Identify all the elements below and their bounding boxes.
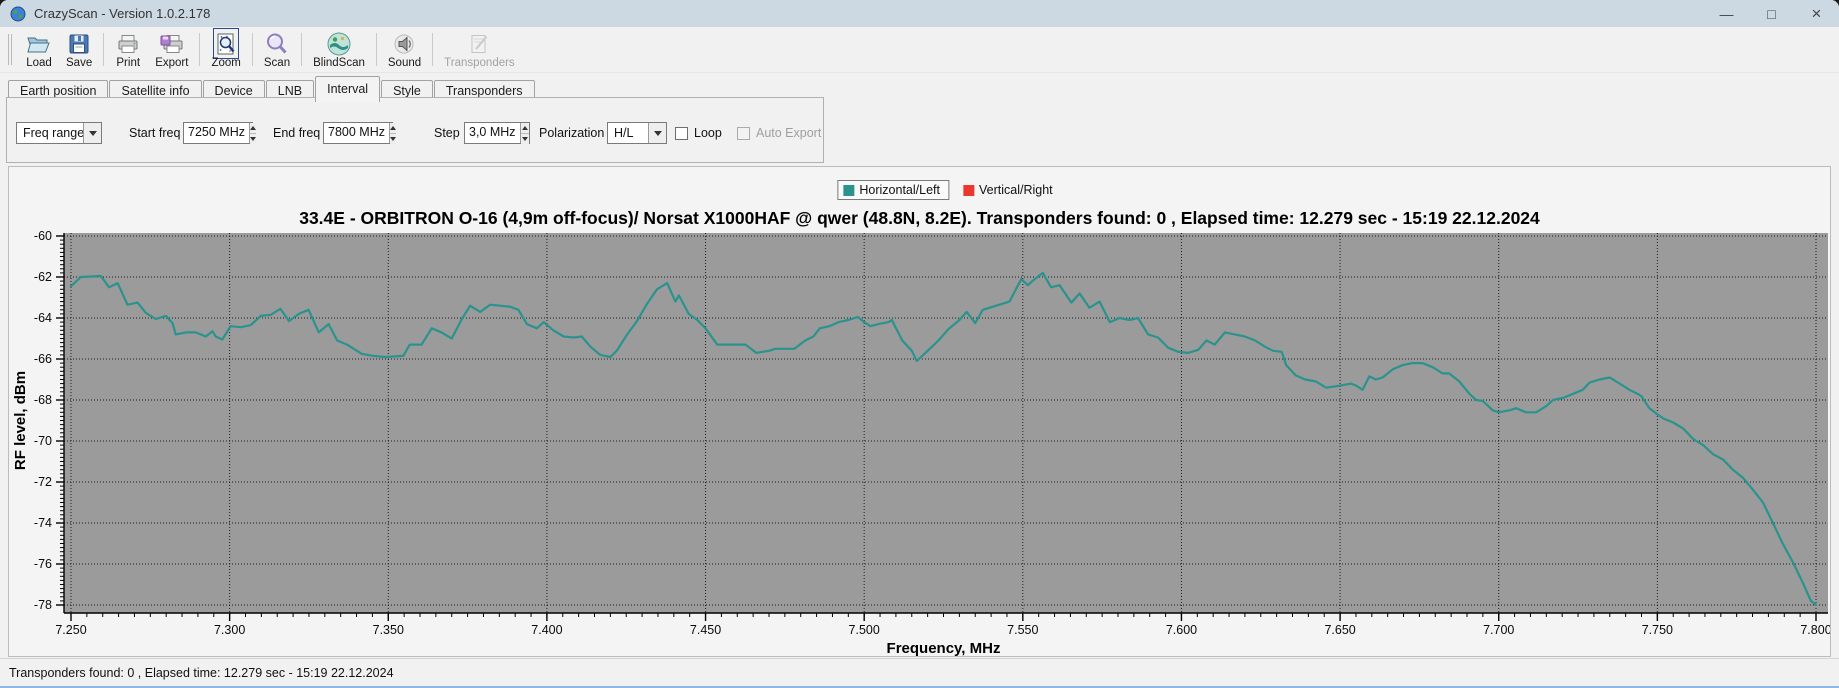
legend-swatch-horizontal: [843, 184, 855, 196]
svg-text:7.500: 7.500: [849, 623, 880, 637]
maximize-button[interactable]: □: [1749, 0, 1794, 27]
svg-text:-62: -62: [34, 270, 52, 284]
legend-swatch-vertical: [962, 184, 974, 196]
chart-title: 33.4E - ORBITRON O-16 (4,9m off-focus)/ …: [299, 208, 1540, 228]
auto-export-checkbox: Auto Export: [737, 126, 821, 140]
spinner-arrows-icon[interactable]: [519, 123, 529, 144]
spinner-arrows-icon[interactable]: [388, 123, 396, 144]
zoom-button[interactable]: Zoom: [204, 28, 247, 71]
svg-text:-68: -68: [34, 393, 52, 407]
svg-text:7.350: 7.350: [373, 623, 404, 637]
interval-panel: Freq range Start freq 7250 MHz End freq …: [6, 97, 824, 163]
svg-text:RF level, dBm: RF level, dBm: [12, 371, 29, 470]
toolbar-separator: [251, 33, 253, 66]
blindscan-button[interactable]: BlindScan: [306, 28, 372, 71]
loop-checkbox[interactable]: Loop: [675, 126, 722, 140]
minimize-button[interactable]: —: [1704, 0, 1749, 27]
export-printer-icon: [158, 30, 186, 57]
chart-legend: Horizontal/Left Vertical/Right: [837, 180, 1053, 200]
magnifier-icon: [264, 30, 289, 57]
floppy-disk-icon: [67, 30, 91, 57]
toolbar-separator: [199, 33, 201, 66]
window-title: CrazyScan - Version 1.0.2.178: [34, 6, 211, 21]
toolbar-separator: [432, 33, 434, 66]
svg-text:-74: -74: [34, 516, 52, 530]
svg-text:7.600: 7.600: [1166, 623, 1197, 637]
svg-text:-66: -66: [34, 352, 52, 366]
title-bar: CrazyScan - Version 1.0.2.178 — □ ×: [0, 0, 1839, 27]
rf-level-plot[interactable]: 7.250 7.300 7.350 7.400 7.450 7.500 7.550 7.600…: [9, 167, 1830, 656]
load-button[interactable]: Load: [19, 28, 59, 71]
speaker-icon: [393, 30, 417, 57]
open-folder-icon: [26, 30, 52, 57]
step-stepper[interactable]: 3,0 MHz: [464, 122, 530, 144]
polarization-label: Polarization: [539, 126, 605, 140]
export-button[interactable]: Export: [148, 28, 195, 71]
freq-range-select[interactable]: Freq range: [16, 122, 102, 144]
transponders-button: Transponders: [437, 28, 522, 71]
scan-button[interactable]: Scan: [257, 28, 297, 71]
save-button[interactable]: Save: [59, 28, 99, 71]
svg-text:7.750: 7.750: [1642, 623, 1673, 637]
legend-item-vertical-right[interactable]: Vertical/Right: [962, 183, 1053, 197]
svg-text:7.250: 7.250: [55, 623, 86, 637]
print-button[interactable]: Print: [108, 28, 148, 71]
transponder-list-icon: [467, 30, 491, 57]
svg-text:7.800: 7.800: [1800, 623, 1830, 637]
close-button[interactable]: ×: [1794, 0, 1839, 27]
end-freq-label: End freq: [273, 126, 321, 140]
svg-text:-76: -76: [34, 557, 52, 571]
chevron-down-icon: [648, 123, 666, 143]
toolbar-grip[interactable]: [8, 34, 12, 65]
printer-icon: [115, 30, 141, 57]
blindscan-globe-icon: [326, 30, 352, 57]
svg-text:7.400: 7.400: [531, 623, 562, 637]
svg-text:-72: -72: [34, 475, 52, 489]
toolbar-separator: [375, 33, 377, 66]
toolbar: Load Save Print Export Zoom Scan BlindSc…: [0, 27, 1839, 73]
chevron-down-icon: [83, 123, 101, 143]
step-label: Step: [434, 126, 460, 140]
toolbar-separator: [301, 33, 303, 66]
start-freq-label: Start freq: [129, 126, 181, 140]
chart-panel[interactable]: Horizontal/Left Vertical/Right 33.4E - O…: [8, 166, 1831, 657]
start-freq-stepper[interactable]: 7250 MHz: [183, 122, 256, 144]
status-text: Transponders found: 0 , Elapsed time: 12…: [9, 665, 394, 680]
svg-text:Frequency, MHz: Frequency, MHz: [887, 640, 1001, 656]
legend-item-horizontal-left[interactable]: Horizontal/Left: [837, 180, 949, 200]
spinner-arrows-icon[interactable]: [248, 123, 256, 144]
status-bar: Transponders found: 0 , Elapsed time: 12…: [0, 658, 1839, 686]
svg-text:-60: -60: [34, 229, 52, 243]
svg-text:-78: -78: [34, 598, 52, 612]
polarization-select[interactable]: H/L: [607, 122, 667, 144]
sound-button[interactable]: Sound: [381, 28, 428, 71]
svg-text:7.300: 7.300: [214, 623, 245, 637]
svg-text:-64: -64: [34, 311, 52, 325]
end-freq-stepper[interactable]: 7800 MHz: [323, 122, 396, 144]
zoom-document-icon: [213, 28, 240, 59]
tab-interval[interactable]: Interval: [315, 76, 381, 102]
svg-text:7.450: 7.450: [690, 623, 721, 637]
globe-app-icon: [10, 6, 26, 22]
checkbox-box: [675, 126, 688, 140]
checkbox-box: [737, 126, 750, 140]
svg-text:-70: -70: [34, 434, 52, 448]
app-window: CrazyScan - Version 1.0.2.178 — □ × Load: [0, 0, 1839, 688]
svg-text:7.700: 7.700: [1483, 623, 1514, 637]
toolbar-separator: [103, 33, 105, 66]
svg-text:7.650: 7.650: [1324, 623, 1355, 637]
svg-text:7.550: 7.550: [1007, 623, 1038, 637]
